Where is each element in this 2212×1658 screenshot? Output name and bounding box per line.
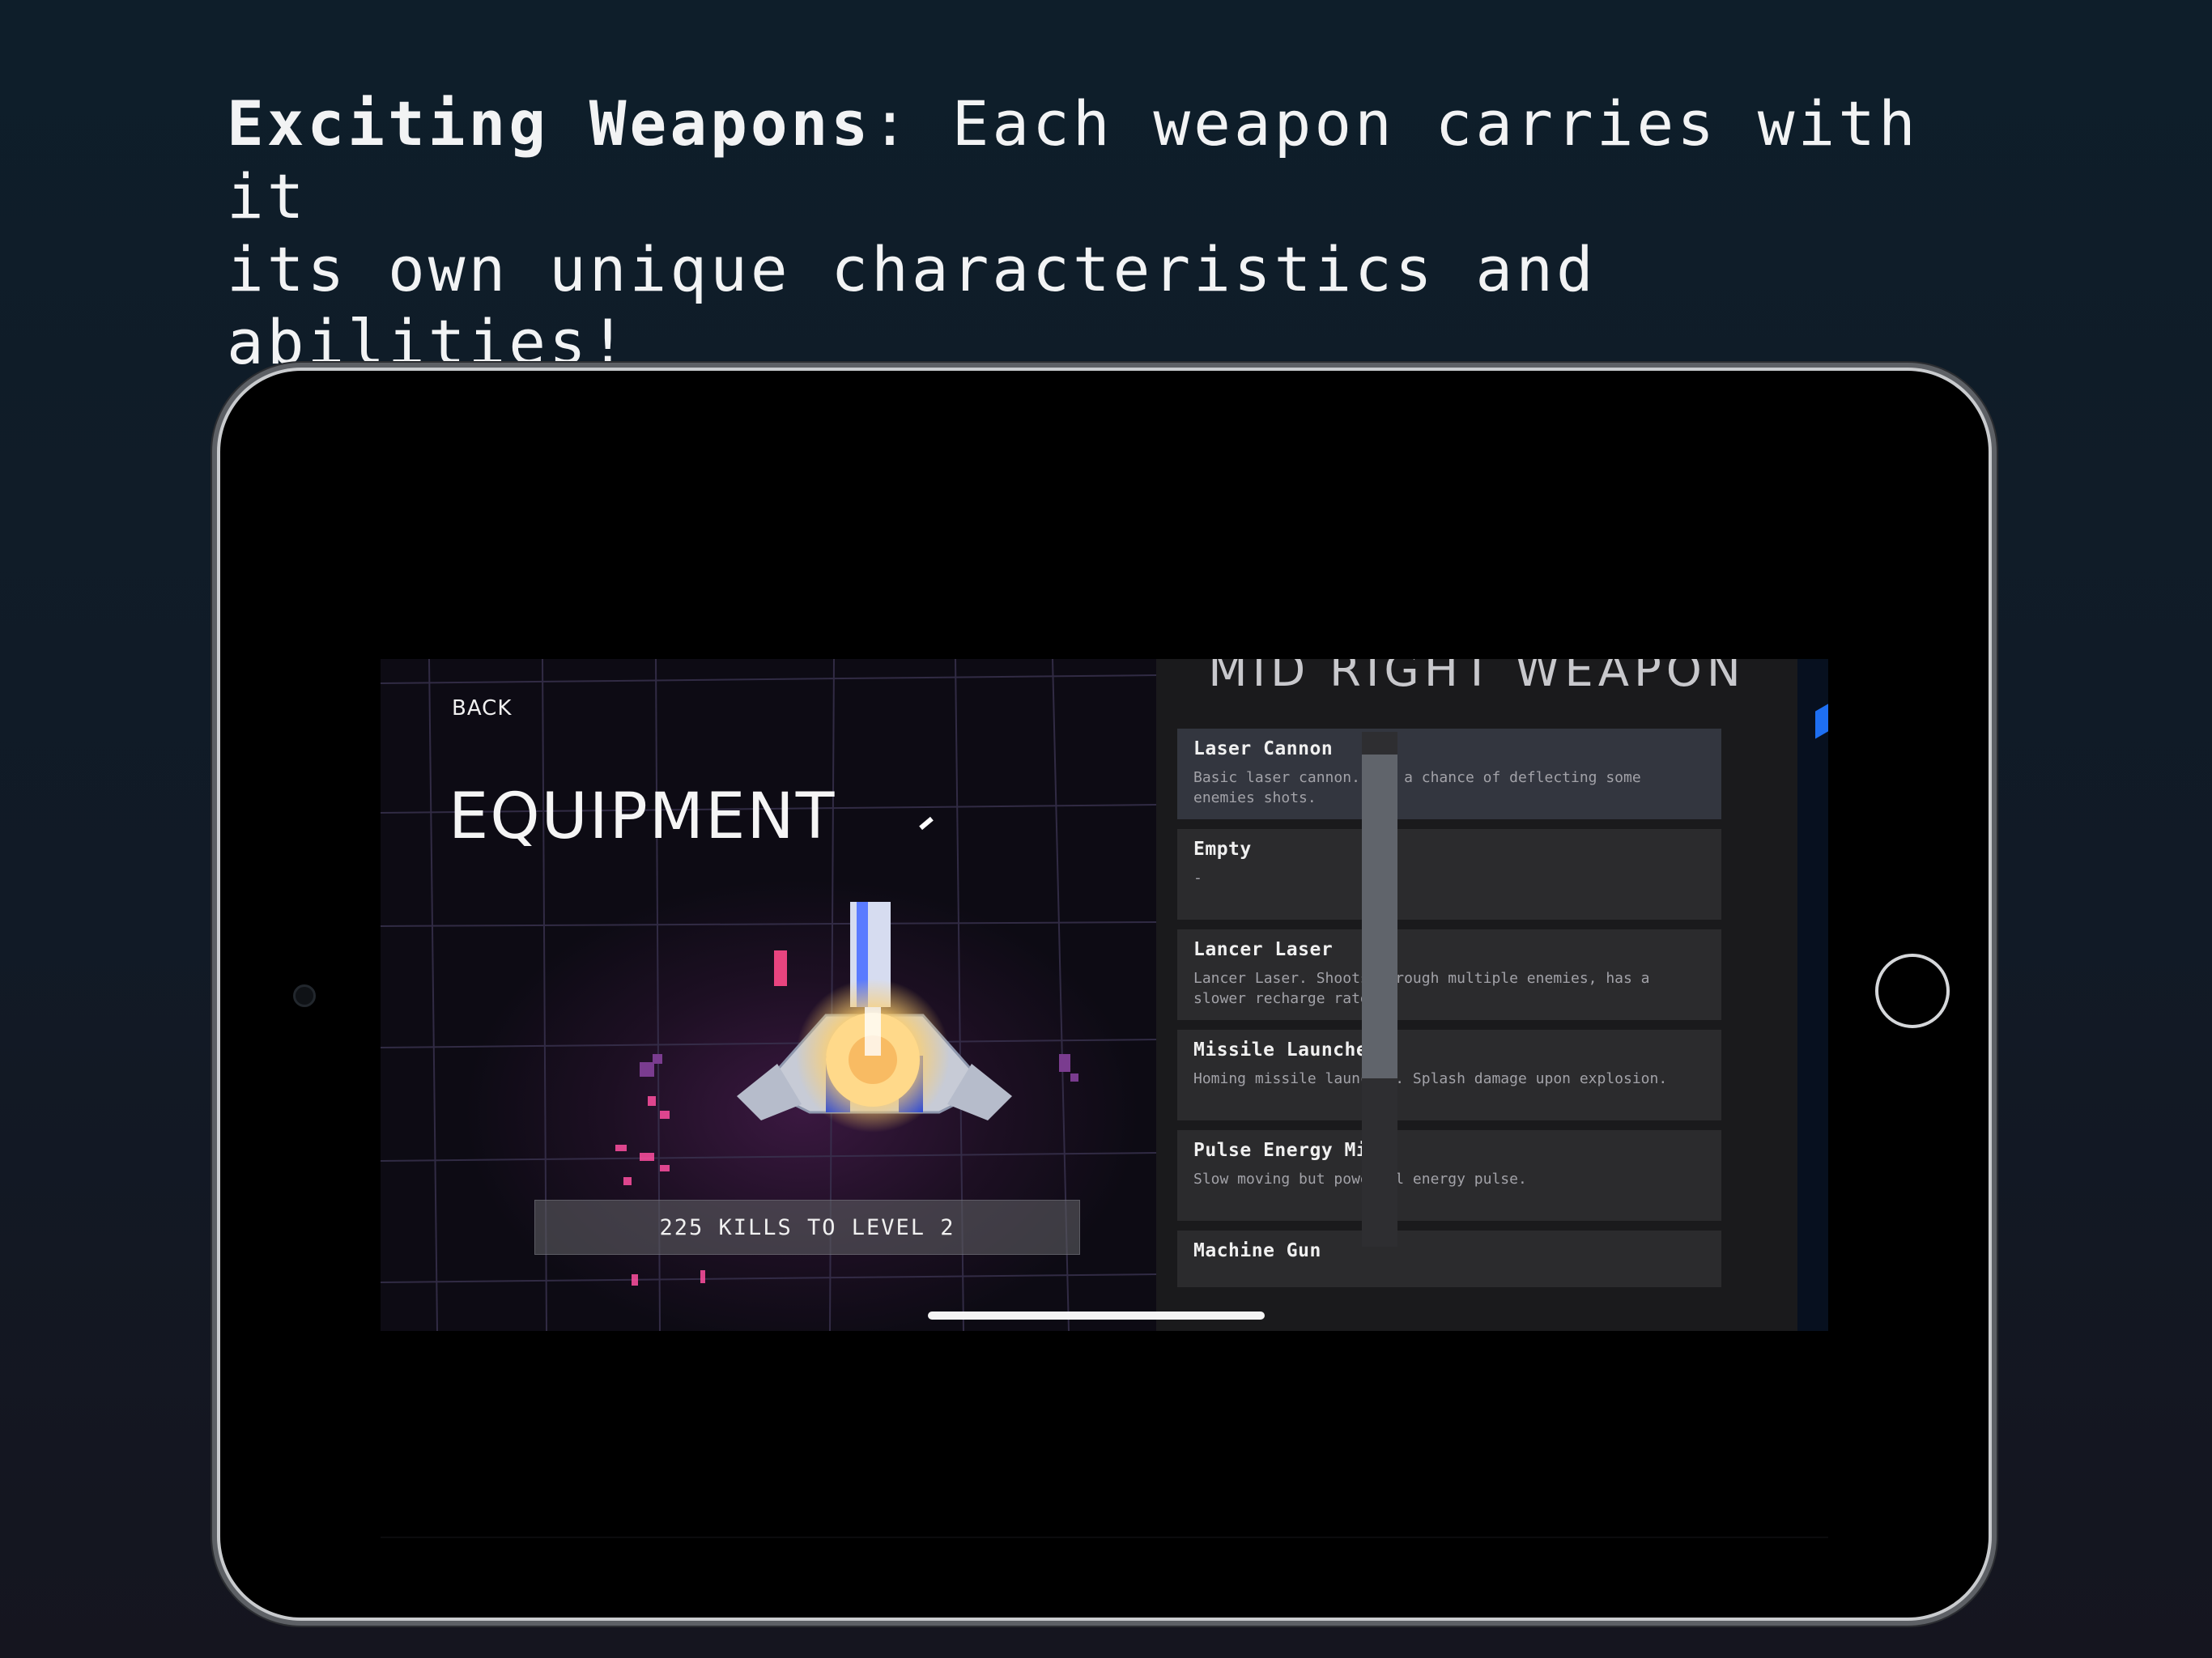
weapon-name: Pulse Energy Mine <box>1193 1140 1391 1161</box>
weapon-list: Laser Cannon Basic laser cannon. Has a c… <box>1177 729 1757 1287</box>
weapon-name: Missile Launcher <box>1193 1039 1380 1061</box>
weapon-name: Laser Cannon <box>1193 738 1334 759</box>
weapon-desc: Slow moving but powerful energy pulse. <box>1193 1171 1527 1188</box>
spaceship-icon <box>737 902 1012 1133</box>
weapon-item-empty[interactable]: Empty - <box>1177 829 1721 920</box>
camera-icon <box>293 984 316 1007</box>
game-view: BACK EQUIPMENT 225 KILLS TO LEVEL 2 <box>381 659 1156 1331</box>
weapon-desc: - <box>1193 869 1202 886</box>
right-edge-strip <box>1797 659 1828 1331</box>
game-screen: BACK EQUIPMENT 225 KILLS TO LEVEL 2 MID … <box>381 659 1828 1331</box>
kills-banner: 225 KILLS TO LEVEL 2 <box>534 1200 1080 1255</box>
headline: Exciting Weapons: Each weapon carries wi… <box>227 87 2008 379</box>
blue-accent <box>1815 704 1828 739</box>
scrollbar-thumb[interactable] <box>1362 755 1397 1078</box>
weapon-item-lancer-laser[interactable]: Lancer Laser Lancer Laser. Shoots throug… <box>1177 929 1721 1020</box>
home-indicator[interactable] <box>928 1312 1265 1320</box>
weapon-desc: Lancer Laser. Shoots through multiple en… <box>1193 970 1650 1007</box>
page-title: EQUIPMENT <box>449 780 836 853</box>
weapon-panel-title: MID RIGHT WEAPON <box>1208 659 1746 697</box>
weapon-item-laser-cannon[interactable]: Laser Cannon Basic laser cannon. Has a c… <box>1177 729 1721 819</box>
weapon-desc: Homing missile launcher. Splash damage u… <box>1193 1070 1668 1087</box>
weapon-item-missile-launcher[interactable]: Missile Launcher Homing missile launcher… <box>1177 1030 1721 1120</box>
back-button[interactable]: BACK <box>452 696 512 721</box>
ipad-frame: BACK EQUIPMENT 225 KILLS TO LEVEL 2 MID … <box>220 371 1989 1618</box>
home-button[interactable] <box>1875 954 1950 1028</box>
weapon-desc: Basic laser cannon. Has a chance of defl… <box>1193 769 1641 806</box>
weapon-name: Lancer Laser <box>1193 939 1334 960</box>
screen-divider <box>381 1537 1828 1538</box>
weapon-item-machine-gun[interactable]: Machine Gun <box>1177 1231 1721 1287</box>
weapon-item-pulse-energy-mine[interactable]: Pulse Energy Mine Slow moving but powerf… <box>1177 1130 1721 1221</box>
weapon-list-scrollbar[interactable] <box>1362 732 1397 1247</box>
weapon-name: Empty <box>1193 839 1252 860</box>
weapon-name: Machine Gun <box>1193 1240 1321 1261</box>
headline-bold: Exciting Weapons <box>227 87 872 159</box>
weapon-panel: MID RIGHT WEAPON Laser Cannon Basic lase… <box>1156 659 1797 1331</box>
